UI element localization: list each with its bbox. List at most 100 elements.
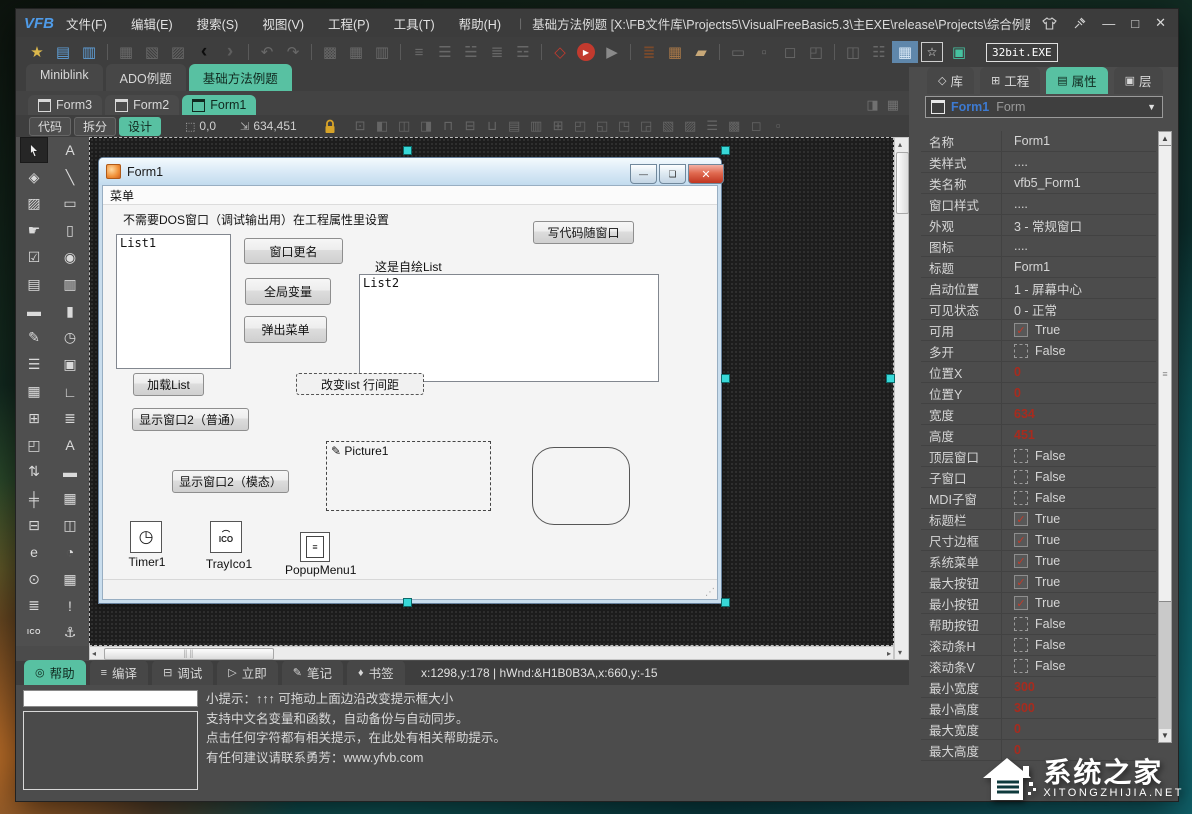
align-middles-icon[interactable]: ⊟ <box>463 118 478 134</box>
edit-control-icon[interactable]: ▫ <box>751 41 777 63</box>
bottom-tab-4[interactable]: ▷立即 <box>217 660 277 685</box>
message-tool[interactable]: ! <box>57 594 83 618</box>
property-value[interactable]: ✓True <box>1002 512 1060 526</box>
back-icon[interactable]: ‹ <box>191 41 217 63</box>
align-tops-icon[interactable]: ⊓ <box>441 118 456 134</box>
popup-menu-button[interactable]: 弹出菜单 <box>244 316 327 343</box>
center-horizontal-icon[interactable]: ◳ <box>617 118 632 134</box>
align-left-icon[interactable]: ≡ <box>406 41 432 63</box>
design-hscrollbar[interactable]: ◂ ║║ ▸ <box>89 646 894 660</box>
global-variable-button[interactable]: 全局变量 <box>245 278 331 305</box>
help-result-list[interactable] <box>23 711 198 790</box>
api-viewer-icon[interactable]: ▣ <box>946 41 972 63</box>
property-value[interactable]: 300 <box>1002 680 1035 694</box>
form-client-area[interactable]: 菜单 不需要DOS窗口（调试输出用）在工程属性里设置 写代码随窗口 List1 … <box>102 185 718 600</box>
designer-misc-icon-1[interactable]: ◨ <box>866 97 878 113</box>
table-tool-icon[interactable]: ▦ <box>892 41 918 63</box>
select-tool[interactable] <box>21 138 47 162</box>
size-to-grid-icon[interactable]: ▩ <box>727 118 742 134</box>
updown-tool[interactable]: ⇅ <box>21 460 47 484</box>
richtext-tool[interactable]: A <box>57 433 83 457</box>
minimize-button[interactable]: — <box>1102 16 1115 31</box>
selection-handle-right[interactable] <box>721 374 730 383</box>
align-lefts-icon[interactable]: ◧ <box>375 118 390 134</box>
selection-handle-bottom-right[interactable] <box>721 598 730 607</box>
bottom-tab-5[interactable]: ✎笔记 <box>282 660 343 685</box>
save-icon[interactable]: ▦ <box>113 41 139 63</box>
panel-tool[interactable]: ▣ <box>57 353 83 377</box>
property-value[interactable]: 300 <box>1002 701 1035 715</box>
list1-listbox[interactable]: List1 <box>116 234 231 369</box>
bottom-tab-1[interactable]: ◎帮助 <box>24 660 86 685</box>
design-vscrollbar[interactable]: ▴ ▾ <box>894 137 909 660</box>
rounded-shape[interactable] <box>532 447 630 525</box>
textbox-tool[interactable]: ▭ <box>57 192 83 216</box>
design-canvas[interactable]: Form1 — ❏ ✕ 菜单 不需要DOS窗口（调试输出用）在工程属性里设置 写… <box>89 137 894 646</box>
timer-tool[interactable]: ◷ <box>57 326 83 350</box>
draw-tool[interactable]: ✎ <box>21 326 47 350</box>
browser-chrome-tool[interactable]: ◔ <box>57 540 83 564</box>
open-project-icon[interactable]: ▥ <box>76 41 102 63</box>
skin-icon[interactable] <box>1042 17 1057 30</box>
panel-tab-3[interactable]: ▤属性 <box>1046 67 1107 94</box>
checkbox-checked-icon[interactable]: ✓ <box>1014 596 1028 610</box>
property-value[interactable]: 451 <box>1002 428 1035 442</box>
list2-listbox[interactable]: List2 <box>359 274 659 382</box>
same-size-icon[interactable]: ⊞ <box>551 118 566 134</box>
paste-icon[interactable]: ▥ <box>369 41 395 63</box>
properties-scroll-thumb[interactable]: ≡ <box>1159 145 1171 602</box>
bottom-tab-3[interactable]: ⊟调试 <box>152 660 213 685</box>
hscrollbar-tool[interactable]: ▬ <box>21 299 47 323</box>
space-vertical-icon[interactable]: ◱ <box>595 118 610 134</box>
property-value[interactable]: False <box>1002 470 1066 484</box>
step-run-icon[interactable]: ▶ <box>599 41 625 63</box>
picture-frame-tool[interactable]: ▦ <box>57 567 83 591</box>
run-icon[interactable]: ▶ <box>577 43 595 61</box>
load-list-button[interactable]: 加载List <box>133 373 204 396</box>
rename-window-button[interactable]: 窗口更名 <box>244 238 343 264</box>
shape-tool[interactable]: ◈ <box>21 165 47 189</box>
checkbox-tool[interactable]: ☑ <box>21 246 47 270</box>
line-spacing-button[interactable]: 改变list 行间距 <box>296 373 424 395</box>
scroll-down-icon[interactable]: ▾ <box>898 648 902 657</box>
listbox-tool[interactable]: ▤ <box>21 272 47 296</box>
menubar-item[interactable]: 文件(F) <box>66 14 107 33</box>
form-tab-form3[interactable]: Form3 <box>28 95 102 115</box>
property-value[interactable]: False <box>1002 344 1066 358</box>
resource-layers-icon[interactable]: ≣ <box>636 41 662 63</box>
checkbox-checked-icon[interactable]: ✓ <box>1014 554 1028 568</box>
form-maximize-button[interactable]: ❏ <box>659 164 686 184</box>
checkbox-unchecked-icon[interactable] <box>1014 491 1028 505</box>
menubar-item[interactable]: 帮助(H) <box>459 14 501 33</box>
timer1-component[interactable]: ◷ <box>130 521 162 553</box>
property-value[interactable]: ✓True <box>1002 596 1060 610</box>
new-project-icon[interactable]: ▤ <box>50 41 76 63</box>
select-all-icon[interactable]: ⊡ <box>353 118 368 134</box>
scroll-right-icon[interactable]: ▸ <box>887 649 891 658</box>
picture1-box[interactable]: ✎ Picture1 <box>326 441 491 511</box>
checkbox-unchecked-icon[interactable] <box>1014 659 1028 673</box>
property-value[interactable]: ✓True <box>1002 323 1060 337</box>
designed-form[interactable]: Form1 — ❏ ✕ 菜单 不需要DOS窗口（调试输出用）在工程属性里设置 写… <box>98 157 722 604</box>
save-all-icon[interactable]: ▧ <box>139 41 165 63</box>
menubar-item[interactable]: 工具(T) <box>394 14 435 33</box>
ungroup-icon[interactable]: ▫ <box>771 118 786 134</box>
property-value[interactable]: 634 <box>1002 407 1035 421</box>
close-button[interactable]: ✕ <box>1155 15 1166 31</box>
property-value[interactable]: 0 - 正常 <box>1002 300 1057 319</box>
vscroll-thumb[interactable] <box>896 152 909 214</box>
calendar-tool[interactable]: ⊟ <box>21 514 47 538</box>
checkbox-unchecked-icon[interactable] <box>1014 638 1028 652</box>
scroll-up-icon[interactable]: ▴ <box>898 140 902 149</box>
listview-tool[interactable]: ▥ <box>57 272 83 296</box>
copy-icon[interactable]: ▦ <box>343 41 369 63</box>
checkbox-checked-icon[interactable]: ✓ <box>1014 512 1028 526</box>
property-value[interactable]: .... <box>1002 197 1028 211</box>
outdent-icon[interactable]: ☲ <box>510 41 536 63</box>
radio-tool[interactable]: ◉ <box>57 246 83 270</box>
designer-misc-icon-2[interactable]: ▦ <box>887 97 899 113</box>
show-window2-normal-button[interactable]: 显示窗口2（普通） <box>132 408 249 431</box>
trayico1-component[interactable]: ⌒ ICO <box>210 521 242 553</box>
menubar-item[interactable]: 搜索(S) <box>197 14 239 33</box>
table-tool[interactable]: ⊞ <box>21 406 47 430</box>
